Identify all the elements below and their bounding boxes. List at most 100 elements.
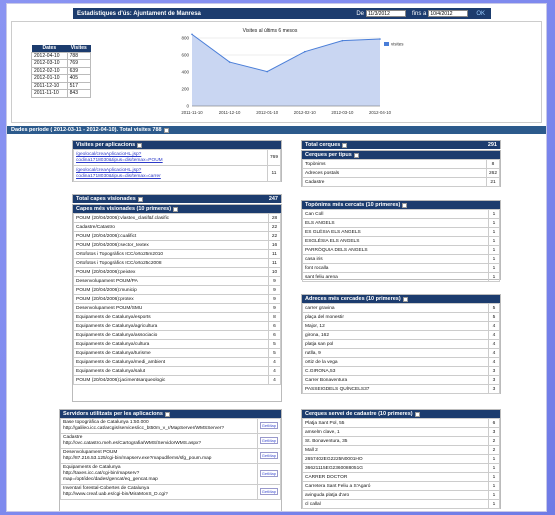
apps-header: Visites per aplicacions (73, 141, 281, 149)
row-label: St. Bonaventura, 35 (302, 436, 489, 446)
row-value: 1 (488, 254, 500, 264)
row-value: 4 (488, 348, 500, 358)
row-label: Mall 2 (302, 445, 489, 455)
server-info: Cadastre http://ovc.catastro.meh.es/Carto… (60, 433, 258, 449)
row-value: 9 (268, 294, 281, 304)
getmap-cell: GetMap (256, 463, 282, 485)
table-row: 36621115EG2360088051G 1 (302, 463, 500, 473)
date-cell: 2012-02-10 (31, 66, 68, 75)
row-value: 4 (488, 330, 500, 340)
to-label: fins a (411, 10, 427, 17)
servers-toggle[interactable] (164, 411, 170, 417)
getmap-button[interactable]: GetMap (259, 421, 278, 429)
row-label: rutlla, 9 (302, 348, 489, 358)
searches-total-header: Total cerques 291 (302, 141, 500, 149)
row-value: 10 (268, 267, 281, 277)
date-cell: 2012-04-10 (31, 51, 68, 60)
row-label: PARRÒQUIA DELS ANGELS (302, 245, 489, 255)
row-label: ES GLÉSIA ELS ANGELS (302, 227, 489, 237)
period-summary: Dades període ( 2012-03-11 - 2012-04-10)… (7, 126, 546, 134)
apps-toggle[interactable] (137, 142, 143, 148)
row-value: 1 (488, 463, 500, 473)
data-point (379, 38, 381, 40)
table-row: Cadastre http://ovc.catastro.meh.es/Carto… (60, 433, 282, 449)
cadastre-toggle[interactable] (414, 411, 420, 417)
x-tick-label: 2012-01-10 (256, 110, 279, 115)
area-fill (192, 34, 380, 106)
layers-toggle[interactable] (173, 206, 179, 212)
search-types-header: Cerques per tipus (302, 151, 500, 159)
row-value: 3 (488, 384, 500, 394)
table-row: carrer gravina 5 (302, 303, 500, 313)
table-row: 2012-04-10 788 (31, 51, 92, 60)
row-value: 16 (268, 240, 281, 250)
row-label: ELS ANGELS (302, 218, 489, 228)
ok-button[interactable]: OK (476, 11, 485, 17)
table-row: CARRER DOCTOR 1 (302, 472, 500, 482)
servers-title: Servidors utilitzats per les aplicacions (63, 411, 163, 417)
app-link[interactable]: codina1718030&tipus=dis/temax=POUM (76, 158, 265, 164)
search-types-table: Topònims 8 Adreces postals 262 Cadastre 21 (302, 159, 501, 187)
cadastre-panel: Cerques servei de cadastre (10 primeres)… (301, 409, 501, 509)
searches-total-title: Total cerques (305, 142, 341, 148)
row-value: 3 (488, 375, 500, 385)
row-label: girona, 162 (302, 330, 489, 340)
getmap-button[interactable]: GetMap (259, 451, 278, 459)
row-value: 4 (488, 321, 500, 331)
table-row: 2011-11-10 843 (31, 89, 92, 98)
table-row: St. Bonaventura, 35 2 (302, 436, 500, 446)
app-link[interactable]: codina1718030&tipus=dis/temax=carrer (76, 174, 265, 180)
table-row: 2012-01-10 405 (31, 74, 92, 83)
visits-cell: 405 (66, 74, 92, 83)
toponyms-toggle[interactable] (402, 202, 408, 208)
x-tick-label: 2011-11-10 (181, 110, 203, 115)
table-row: platja san pol 4 (302, 339, 500, 349)
row-value: 9 (268, 285, 281, 295)
row-value: 1 (488, 481, 500, 491)
search-types-panel: Cerques per tipus Topònims 8 Adreces posta… (301, 150, 501, 187)
chart-title: Visites al últims 6 mesos (243, 28, 298, 34)
table-row: C.GIRONA,53 3 (302, 366, 500, 376)
row-value: 1 (488, 499, 500, 509)
row-value: 1 (488, 490, 500, 500)
x-tick-label: 2012-03-10 (331, 110, 354, 115)
getmap-button[interactable]: GetMap (259, 487, 278, 495)
visits-cell: 517 (66, 81, 92, 90)
getmap-button[interactable]: GetMap (259, 469, 278, 477)
search-types-toggle[interactable] (353, 152, 359, 158)
layers-title: Capes més visionades (10 primeres) (76, 206, 172, 212)
server-line: map=/opt/idec/dades/gencat/eq_gencat.map (63, 477, 158, 482)
row-label: PASSEIGDELS QUÍNCELS37 (302, 384, 489, 394)
row-label: POUM (20/04/2006):protex (73, 294, 269, 304)
to-date-input[interactable] (428, 10, 469, 17)
searches-total-toggle[interactable] (342, 142, 348, 148)
row-value: 5 (268, 348, 281, 358)
visits-cell: 788 (66, 51, 92, 60)
from-date-input[interactable] (365, 10, 406, 17)
visits-cell: 639 (66, 66, 92, 75)
layers-table: POUM (20/04/2006):vlastex_clasif&f.clasi… (73, 213, 281, 385)
table-row: Cadastre 21 (302, 177, 501, 187)
row-value: 1 (488, 209, 500, 219)
visits-cell: 843 (66, 89, 92, 98)
row-label: Equipaments de Catalunya/medi_ambient (73, 357, 269, 367)
date-cell: 2011-11-10 (31, 89, 68, 98)
row-label: 36621115EG2360088051G (302, 463, 489, 473)
layers-total-toggle[interactable] (137, 196, 143, 202)
getmap-button[interactable]: GetMap (259, 436, 278, 444)
expand-toggle[interactable] (163, 127, 169, 133)
row-label: Desenvolupament POUM/SMU (73, 303, 269, 313)
layers-total-value: 247 (268, 196, 278, 202)
row-value: 2 (488, 436, 500, 446)
table-row: sant feliu arena 1 (302, 272, 500, 282)
from-label: De (356, 10, 364, 17)
app-links: /geolocal/creaAplicacioHL.jsp? codina1718… (73, 165, 268, 182)
toponyms-title: Topònims més cercats (10 primeres) (305, 202, 401, 208)
table-row: POUM (20/04/2006):sector_textex 16 (73, 240, 281, 250)
legend-label: visites (391, 42, 404, 47)
row-value: 4 (268, 366, 281, 376)
row-value: 6 (268, 330, 281, 340)
table-row: plaça del monestir 5 (302, 312, 500, 322)
x-tick-label: 2012-04-10 (369, 110, 392, 115)
addresses-toggle[interactable] (402, 296, 408, 302)
